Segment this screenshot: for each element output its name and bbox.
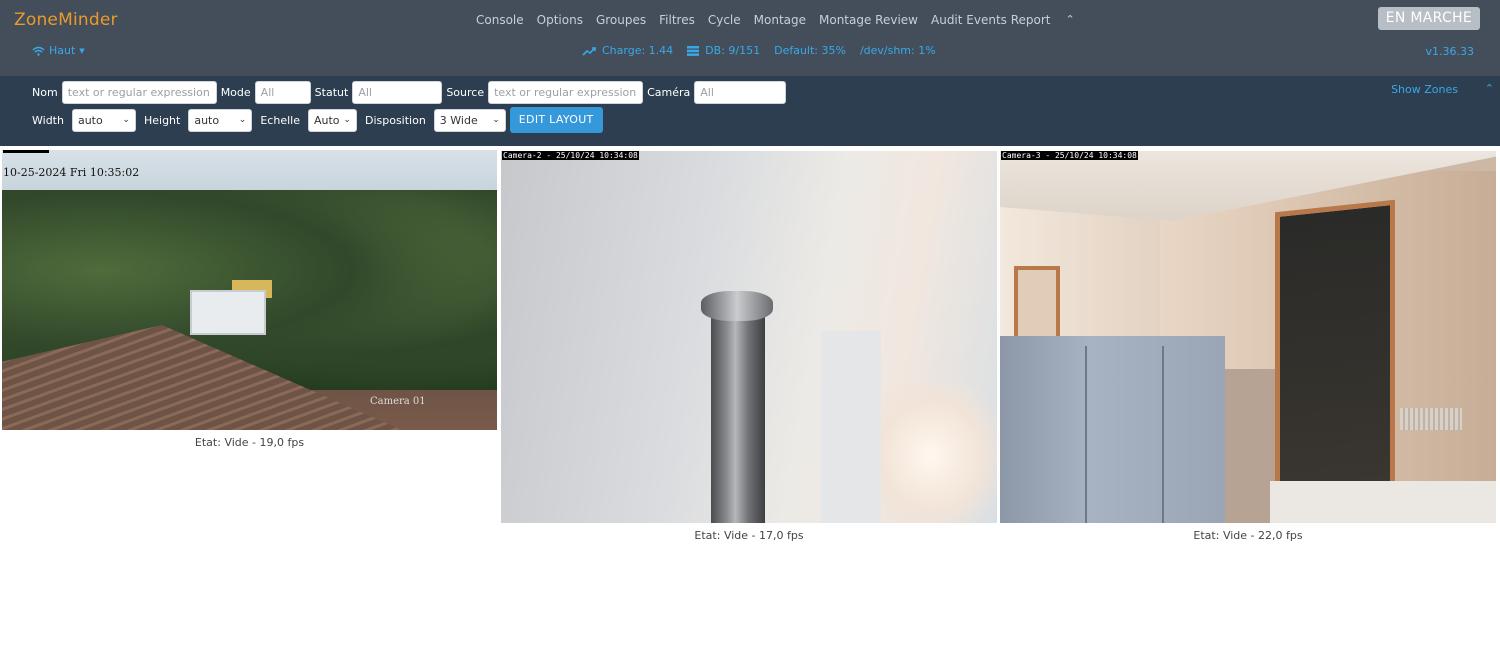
camera-3-status: Etat: Vide - 22,0 fps — [1193, 529, 1303, 542]
camera-2-wall — [821, 331, 881, 523]
camera-3-shelf — [1225, 369, 1275, 523]
monitor-camera-2[interactable]: Camera-2 - 25/10/24 10:34:08 Etat: Vide … — [501, 151, 997, 542]
menu-item-montage[interactable]: Montage — [754, 13, 806, 27]
camera-1-status: Etat: Vide - 19,0 fps — [194, 436, 305, 449]
source-filter-input[interactable]: text or regular expression — [488, 81, 644, 104]
filter-bar: Nom text or regular expression Mode All … — [0, 76, 1500, 146]
wifi-icon — [32, 46, 45, 56]
source-filter-label: Source — [446, 86, 485, 99]
width-select-value: auto — [77, 113, 103, 127]
edit-layout-button[interactable]: EDIT LAYOUT — [509, 107, 603, 133]
layout-select[interactable]: 3 Wide ⌄ — [433, 108, 506, 132]
camera-2-pipe-collar — [701, 291, 773, 321]
run-state-button[interactable]: EN MARCHE — [1377, 7, 1480, 30]
load-stat: Charge: 1.44 — [582, 44, 673, 57]
width-label: Width — [32, 113, 64, 127]
camera-1-gate — [190, 290, 266, 335]
camera-filter-label: Caméra — [647, 86, 691, 99]
show-zones-link[interactable]: Show Zones — [1391, 83, 1458, 96]
height-select[interactable]: auto ⌄ — [188, 108, 253, 132]
chevron-down-icon: ⌄ — [238, 114, 247, 125]
brand-logo[interactable]: ZoneMinder — [14, 10, 118, 30]
camera-3-radiator — [1400, 408, 1462, 430]
scale-select[interactable]: Auto ⌄ — [307, 108, 357, 132]
camera-filter-input[interactable]: All — [694, 81, 787, 104]
camera-3-door — [1275, 199, 1395, 503]
layout-select-value: 3 Wide — [439, 113, 478, 127]
mode-filter-input[interactable]: All — [254, 81, 311, 104]
camera-3-stream[interactable]: Camera-3 - 25/10/24 10:34:08 — [1000, 151, 1496, 523]
menu-item-options[interactable]: Options — [537, 13, 583, 27]
storage-stat: Default: 35% — [774, 44, 846, 57]
main-menu: Console Options Groupes Filtres Cycle Mo… — [476, 13, 1088, 27]
camera-2-osd: Camera-2 - 25/10/24 10:34:08 — [502, 151, 639, 160]
collapse-filters-icon[interactable]: ⌃ — [1485, 82, 1494, 95]
scale-select-value: Auto — [313, 113, 340, 127]
shm-stat: /dev/shm: 1% — [860, 44, 936, 57]
height-select-value: auto — [194, 113, 220, 127]
menu-item-montage-review[interactable]: Montage Review — [819, 13, 918, 27]
shm-value: /dev/shm: 1% — [859, 44, 936, 57]
camera-1-timestamp: 10-25-2024 Fri 10:35:02 — [3, 166, 140, 179]
camera-2-status: Etat: Vide - 17,0 fps — [694, 529, 804, 542]
chevron-down-icon: ⌄ — [492, 114, 500, 125]
caret-down-icon: ▼ — [79, 46, 85, 55]
camera-3-osd: Camera-3 - 25/10/24 10:34:08 — [1001, 151, 1138, 160]
trending-up-icon — [582, 46, 596, 56]
scale-label: Echelle — [260, 113, 300, 127]
name-filter-input[interactable]: text or regular expression — [61, 81, 217, 104]
camera-3-cabinet-seam — [1162, 346, 1164, 523]
system-stats: Charge: 1.44 DB: 9/151 Default: 35% /dev… — [582, 44, 950, 57]
layout-label: Disposition — [364, 113, 426, 127]
chevron-down-icon: ⌄ — [122, 114, 130, 125]
width-select[interactable]: auto ⌄ — [71, 108, 136, 132]
camera-2-pipe — [711, 299, 765, 523]
chevron-down-icon: ⌄ — [343, 114, 351, 125]
status-filter-label: Statut — [314, 86, 349, 99]
version-label: v1.36.33 — [1425, 45, 1475, 58]
filter-row: Nom text or regular expression Mode All … — [32, 81, 790, 104]
db-stat: DB: 9/151 — [687, 44, 760, 57]
camera-3-cabinet-seam — [1085, 346, 1087, 523]
status-filter-input[interactable]: All — [352, 81, 443, 104]
menu-item-groups[interactable]: Groupes — [596, 13, 646, 27]
menu-item-filters[interactable]: Filtres — [659, 13, 695, 27]
camera-2-light — [861, 381, 997, 523]
mode-filter-label: Mode — [220, 86, 251, 99]
menu-item-cycle[interactable]: Cycle — [708, 13, 741, 27]
database-icon — [687, 45, 700, 56]
menu-item-audit-events-report[interactable]: Audit Events Report — [931, 13, 1051, 27]
top-navbar: ZoneMinder Console Options Groupes Filtr… — [0, 0, 1500, 76]
camera-1-label: Camera 01 — [370, 396, 426, 407]
bandwidth-dropdown[interactable]: Haut ▼ — [32, 44, 85, 57]
camera-1-stream[interactable]: 10-25-2024 Fri 10:35:02 Camera 01 — [2, 150, 497, 430]
monitor-camera-3[interactable]: Camera-3 - 25/10/24 10:34:08 Etat: Vide … — [1000, 151, 1496, 542]
storage-value: Default: 35% — [774, 44, 846, 57]
camera-3-table — [1270, 481, 1496, 523]
name-filter-label: Nom — [32, 86, 58, 99]
db-value: DB: 9/151 — [705, 44, 761, 57]
height-label: Height — [143, 113, 181, 127]
collapse-menu-icon[interactable]: ⌃ — [1066, 13, 1075, 27]
load-value: Charge: 1.44 — [602, 44, 674, 57]
camera-2-stream[interactable]: Camera-2 - 25/10/24 10:34:08 — [501, 151, 997, 523]
menu-item-console[interactable]: Console — [476, 13, 524, 27]
camera-3-cabinet — [1000, 336, 1225, 523]
layout-row: Width auto ⌄ Height auto ⌄ Echelle Auto … — [32, 107, 603, 133]
bandwidth-label: Haut — [49, 44, 76, 57]
camera-1-osd-bar — [3, 150, 49, 153]
monitor-camera-1[interactable]: 10-25-2024 Fri 10:35:02 Camera 01 Etat: … — [2, 150, 497, 449]
